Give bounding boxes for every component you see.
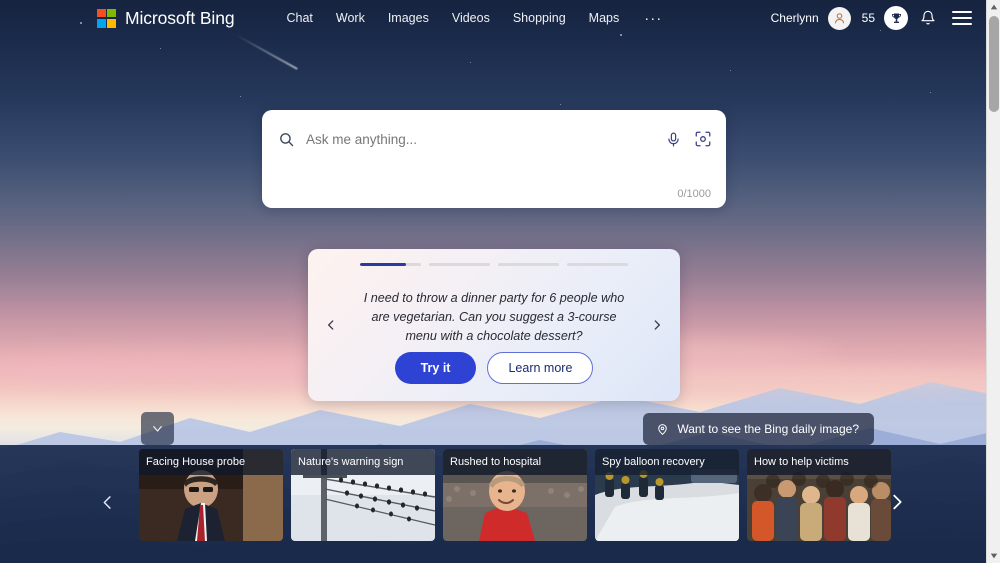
- news-carousel: Facing House probe Nature's warning sign…: [0, 445, 986, 563]
- brand-name: Microsoft Bing: [125, 7, 235, 28]
- user-name: Cherlynn: [770, 11, 819, 25]
- search-box: 0/1000: [262, 110, 726, 208]
- progress-segment-2[interactable]: [429, 263, 490, 266]
- chevron-right-icon: [893, 494, 902, 510]
- character-counter: 0/1000: [677, 188, 711, 200]
- carousel-next-button[interactable]: [646, 314, 668, 336]
- trophy-rewards-icon: [891, 13, 901, 23]
- triangle-up: [990, 4, 998, 10]
- top-navigation-bar: Microsoft Bing Chat Work Images Videos S…: [0, 0, 986, 36]
- user-area: Cherlynn 55: [771, 6, 972, 30]
- progress-segment-3[interactable]: [498, 263, 559, 266]
- microphone-icon[interactable]: [665, 131, 682, 148]
- news-card-title: Spy balloon recovery: [595, 449, 739, 475]
- avatar[interactable]: [827, 6, 851, 30]
- scroll-down-arrow-icon[interactable]: [987, 549, 1000, 563]
- nav-item-videos[interactable]: Videos: [452, 11, 490, 25]
- person-avatar-icon: [834, 12, 844, 23]
- nav-item-work[interactable]: Work: [336, 11, 365, 25]
- chevron-left-icon: [328, 320, 334, 330]
- news-next-button[interactable]: [882, 485, 912, 519]
- progress-segment-1[interactable]: [360, 263, 421, 266]
- news-card-title: Rushed to hospital: [443, 449, 587, 475]
- carousel-progress: [360, 263, 628, 266]
- location-pin-icon: [658, 423, 668, 435]
- nav-item-maps[interactable]: Maps: [589, 11, 620, 25]
- nav-item-shopping[interactable]: Shopping: [513, 11, 566, 25]
- news-card[interactable]: Spy balloon recovery: [595, 449, 739, 541]
- scroll-up-arrow-icon[interactable]: [987, 0, 1000, 14]
- news-card[interactable]: Facing House probe: [139, 449, 283, 541]
- main-nav: Chat Work Images Videos Shopping Maps ··…: [286, 10, 662, 27]
- search-row: [262, 122, 726, 156]
- news-card-title: Facing House probe: [139, 449, 283, 475]
- search-actions: [665, 130, 712, 148]
- news-card-title: Nature's warning sign: [291, 449, 435, 475]
- search-input[interactable]: [306, 131, 665, 147]
- news-card-title: How to help victims: [747, 449, 891, 475]
- carousel-prev-button[interactable]: [320, 314, 342, 336]
- suggestion-carousel-card: I need to throw a dinner party for 6 peo…: [308, 249, 680, 401]
- daily-image-prompt[interactable]: Want to see the Bing daily image?: [643, 413, 874, 445]
- rewards-points: 55: [861, 11, 875, 25]
- notifications-button[interactable]: [917, 7, 939, 29]
- hamburger-menu-icon[interactable]: [952, 11, 972, 25]
- bing-homepage: Microsoft Bing Chat Work Images Videos S…: [0, 0, 1000, 563]
- suggestion-prompt-text: I need to throw a dinner party for 6 peo…: [363, 291, 625, 344]
- visual-search-camera-icon[interactable]: [694, 130, 712, 148]
- progress-segment-4[interactable]: [567, 263, 628, 266]
- suggestion-buttons: Try it Learn more: [308, 352, 680, 384]
- rewards-button[interactable]: [884, 6, 908, 30]
- learn-more-button[interactable]: Learn more: [487, 352, 594, 384]
- scrollbar-thumb[interactable]: [989, 16, 999, 112]
- try-it-button[interactable]: Try it: [394, 352, 477, 384]
- news-card-row: Facing House probe Nature's warning sign…: [139, 449, 891, 541]
- news-prev-button[interactable]: [92, 485, 122, 519]
- daily-image-label: Want to see the Bing daily image?: [677, 422, 859, 436]
- chevron-down-icon: [153, 426, 162, 432]
- search-icon[interactable]: [278, 131, 295, 148]
- bing-logo-link[interactable]: Microsoft Bing: [97, 7, 235, 29]
- microsoft-squares-logo-icon: [97, 8, 116, 28]
- nav-more-icon[interactable]: ···: [644, 10, 662, 27]
- news-card[interactable]: Rushed to hospital: [443, 449, 587, 541]
- bell-icon: [921, 10, 935, 25]
- collapse-feed-button[interactable]: [141, 412, 174, 445]
- nav-item-chat[interactable]: Chat: [286, 11, 312, 25]
- page-scrollbar[interactable]: [986, 0, 1000, 563]
- chevron-right-icon: [654, 320, 660, 330]
- nav-item-images[interactable]: Images: [388, 11, 429, 25]
- triangle-down: [990, 553, 998, 559]
- news-card[interactable]: How to help victims: [747, 449, 891, 541]
- chevron-left-icon: [103, 495, 111, 509]
- news-card[interactable]: Nature's warning sign: [291, 449, 435, 541]
